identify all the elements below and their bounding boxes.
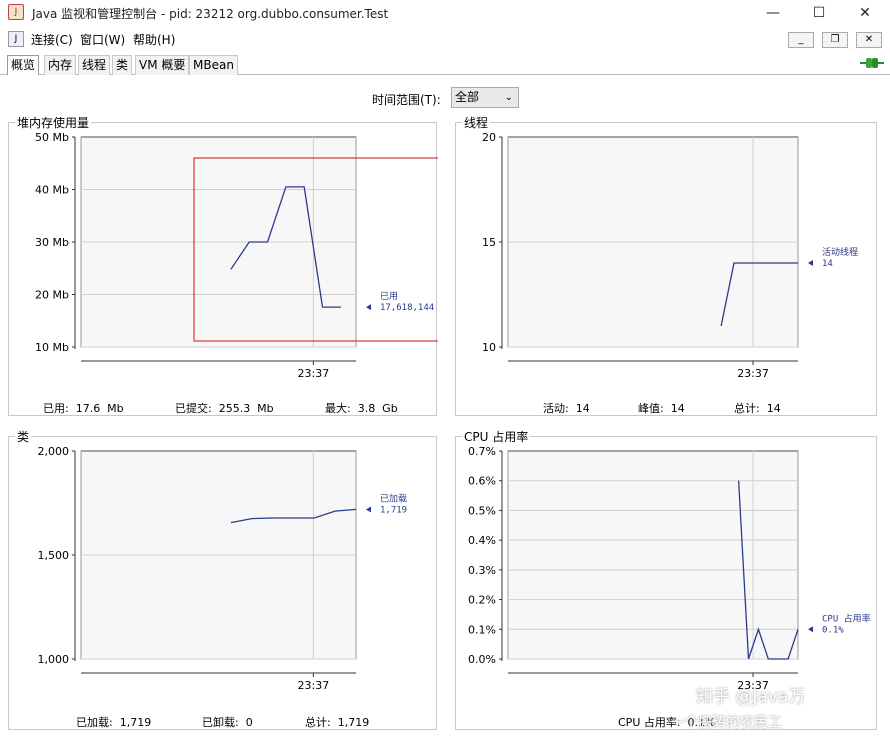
chevron-down-icon: ⌄ — [504, 92, 513, 103]
y-tick-label: 0.6% — [468, 475, 496, 488]
cpu-panel: CPU 占用率 0.0% 0.1% 0.2% 0.3% 0.4% 0.5% 0.6% 0.7%… — [455, 428, 877, 730]
y-tick-label: 20 Mb — [35, 289, 69, 302]
time-range-select[interactable]: 全部 ⌄ — [451, 87, 519, 108]
title-bar: J Java 监视和管理控制台 - pid: 23212 org.dubbo.c… — [0, 0, 890, 26]
menu-help[interactable]: 帮助(H) — [133, 31, 175, 48]
menu-connection[interactable]: 连接(C) — [31, 31, 73, 48]
java-coffee-icon: J — [8, 4, 24, 20]
y-tick-label: 2,000 — [38, 445, 70, 458]
legend-marker-icon — [366, 506, 371, 513]
watermark-line1: 知乎 @Java万 — [696, 687, 806, 707]
tab-mbean[interactable]: MBean — [189, 55, 238, 75]
heap-stat-used: 已用: 17.6 Mb — [43, 402, 124, 415]
heap-stat-committed: 已提交: 255.3 Mb — [175, 402, 274, 415]
y-tick-label: 0.5% — [468, 504, 496, 517]
y-tick-label: 0.3% — [468, 564, 496, 577]
time-range-label: 时间范围(T): — [372, 93, 441, 107]
y-tick-label: 10 Mb — [35, 341, 69, 354]
legend-value: 14 — [822, 259, 833, 269]
legend-marker-icon — [808, 260, 813, 266]
threads-chart: 10 15 20 23:37 活动线程14 — [482, 131, 858, 380]
y-tick-label: 50 Mb — [35, 131, 69, 144]
connection-status-icon — [860, 58, 884, 68]
classes-chart: 1,000 1,500 2,000 23:37 已加载1,719 — [38, 445, 408, 692]
y-tick-label: 40 Mb — [35, 184, 69, 197]
classes-stat-total: 总计: 1,719 — [305, 716, 370, 729]
classes-stat-loaded: 已加载: 1,719 — [76, 716, 152, 729]
legend-name: 已加载 — [380, 492, 407, 504]
classes-stat-unloaded: 已卸载: 0 — [202, 716, 253, 729]
menu-window[interactable]: 窗口(W) — [80, 31, 125, 48]
frame-restore-icon[interactable]: ❐ — [822, 32, 848, 48]
window-title: Java 监视和管理控制台 - pid: 23212 org.dubbo.con… — [32, 7, 389, 21]
threads-stat-total: 总计: 14 — [734, 402, 781, 415]
threads-panel: 线程 10 15 20 23:37 活动线程 14 活动: 14 峰值: 14 总计: 1… — [455, 114, 877, 416]
y-tick-label: 10 — [482, 341, 496, 354]
menu-bar: J 连接(C) 窗口(W) 帮助(H) — [0, 28, 890, 50]
tab-classes[interactable]: 类 — [112, 55, 133, 75]
y-tick-label: 30 Mb — [35, 236, 69, 249]
heap-panel: 堆内存使用量 10 Mb 20 Mb 30 Mb 40 Mb 50 Mb 23:37 已用 1… — [8, 114, 438, 416]
y-tick-label: 0.7% — [468, 445, 496, 458]
minimize-icon[interactable]: — — [750, 0, 796, 26]
frame-minimize-icon[interactable]: _ — [788, 32, 814, 48]
y-tick-label: 15 — [482, 236, 496, 249]
y-tick-label: 1,500 — [38, 549, 70, 562]
time-range-value: 全部 — [455, 90, 480, 104]
classes-panel: 类 1,000 1,500 2,000 23:37 已加载 1,719 已加载: 1,71… — [8, 428, 437, 730]
overview-content: 时间范围(T): 全部 ⌄ 堆内存使用量 10 Mb 20 Mb 30 Mb 40 M… — [0, 76, 890, 737]
y-tick-label: 1,000 — [38, 653, 70, 666]
watermark-line2: 一个搬砖的农民工 — [670, 715, 782, 731]
close-icon[interactable]: ✕ — [842, 0, 888, 26]
threads-stat-live: 活动: 14 — [543, 402, 590, 415]
internal-frame-icon: J — [8, 31, 24, 47]
cpu-chart: 0.0%0.1%0.2%0.3%0.4%0.5%0.6%0.7%23:37CPU… — [468, 445, 871, 692]
legend-name: 活动线程 — [822, 246, 858, 258]
y-tick-label: 0.4% — [468, 534, 496, 547]
maximize-icon[interactable]: ☐ — [796, 0, 842, 26]
x-tick-label: 23:37 — [737, 367, 769, 380]
legend-value: 0.1% — [822, 625, 844, 635]
legend-value: 17,618,144 — [380, 303, 434, 313]
legend-value: 1,719 — [380, 505, 407, 515]
legend-marker-icon — [808, 626, 813, 633]
legend-marker-icon — [366, 304, 371, 311]
plot-area — [507, 450, 799, 660]
y-tick-label: 0.2% — [468, 594, 496, 607]
tab-memory[interactable]: 内存 — [44, 55, 77, 75]
legend-name: CPU 占用率 — [822, 612, 871, 624]
tab-bar: 概览 内存 线程 类 VM 概要 MBean — [0, 53, 890, 75]
y-tick-label: 20 — [482, 131, 496, 144]
heap-stat-max: 最大: 3.8 Gb — [325, 402, 398, 415]
legend-name: 已用 — [380, 291, 398, 302]
threads-stat-peak: 峰值: 14 — [638, 402, 685, 415]
tab-vm-summary[interactable]: VM 概要 — [135, 55, 190, 75]
tab-overview[interactable]: 概览 — [7, 55, 40, 75]
frame-close-icon[interactable]: ✕ — [856, 32, 882, 48]
x-tick-label: 23:37 — [298, 679, 330, 692]
heap-chart: 10 Mb 20 Mb 30 Mb 40 Mb 50 Mb 23:37 已用17,618,1… — [35, 131, 438, 380]
y-tick-label: 0.1% — [468, 623, 496, 636]
tab-threads[interactable]: 线程 — [78, 55, 111, 75]
x-tick-label: 23:37 — [298, 367, 330, 380]
y-tick-label: 0.0% — [468, 653, 496, 666]
